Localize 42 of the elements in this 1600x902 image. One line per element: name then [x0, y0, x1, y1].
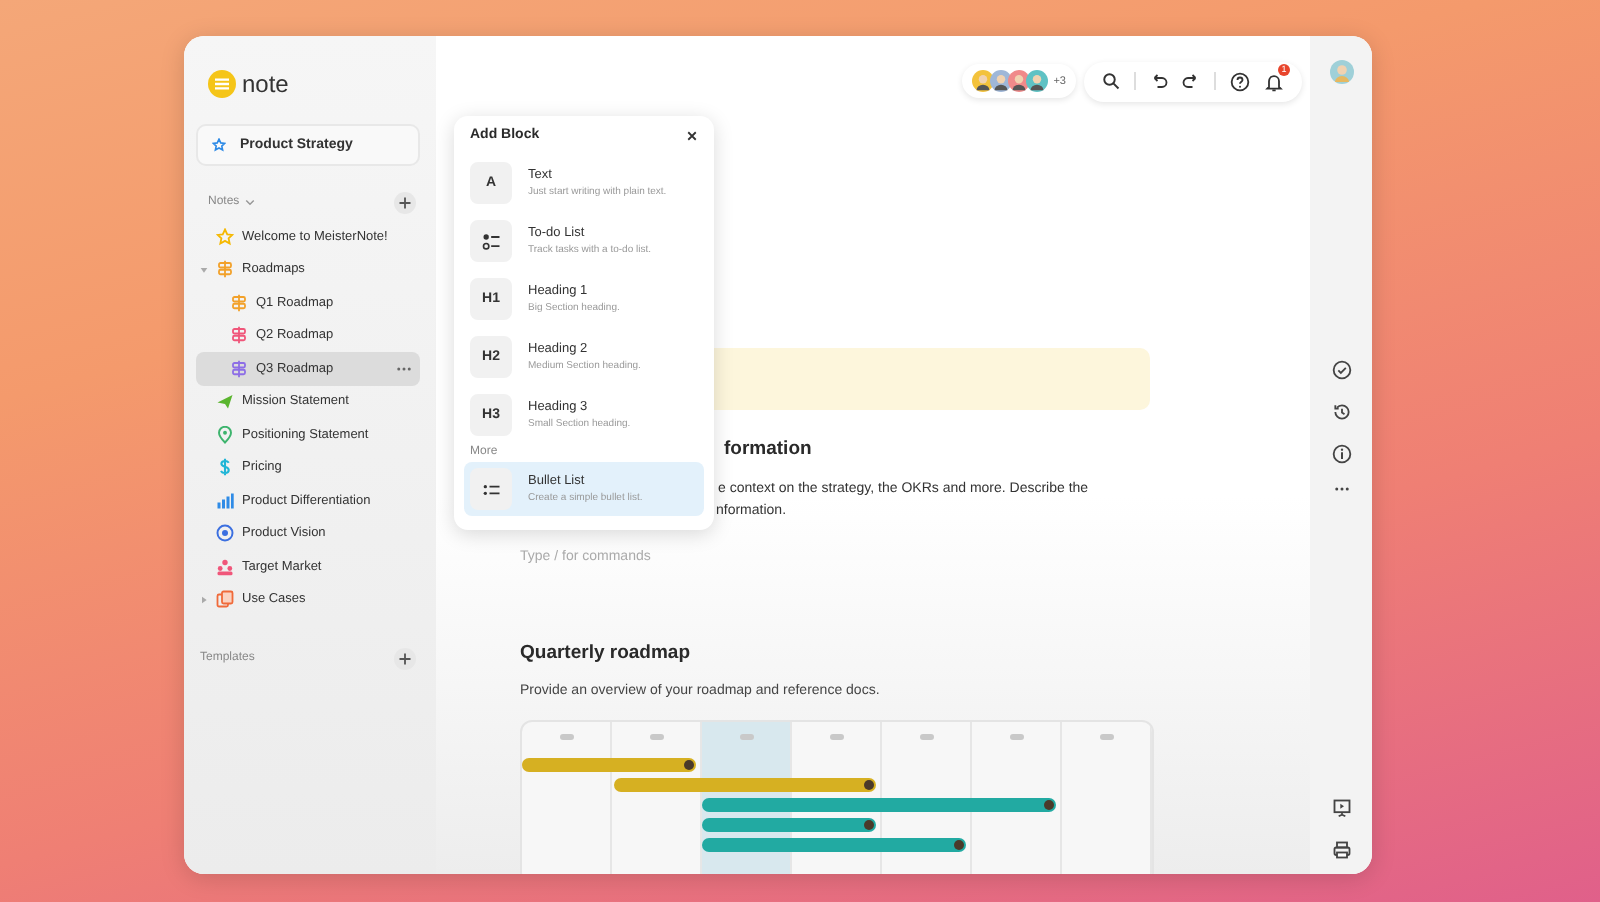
timeline-bar[interactable] — [702, 818, 876, 832]
timeline-bar[interactable] — [614, 778, 876, 792]
check-circle-icon[interactable] — [1331, 360, 1351, 380]
undo-icon[interactable] — [1150, 72, 1168, 90]
search-icon[interactable] — [1102, 72, 1120, 90]
avatar-icon — [1025, 70, 1048, 92]
help-icon[interactable] — [1230, 71, 1250, 91]
add-icon[interactable] — [394, 647, 416, 669]
more-icon[interactable] — [396, 365, 412, 372]
logo-icon — [208, 70, 236, 98]
section-heading: Quarterly roadmap — [520, 642, 692, 664]
signpost-icon — [216, 260, 234, 279]
cards-icon — [216, 590, 234, 609]
info-icon[interactable] — [1331, 444, 1351, 464]
signpost-icon — [230, 359, 248, 378]
avatar-icon — [1007, 70, 1030, 92]
star-icon — [216, 227, 234, 246]
redo-icon[interactable] — [1182, 72, 1200, 90]
print-icon[interactable] — [1331, 840, 1351, 860]
chevron-down-icon[interactable] — [243, 196, 256, 208]
close-icon[interactable] — [686, 129, 698, 141]
bell-icon[interactable] — [1264, 71, 1284, 91]
presentation-icon[interactable] — [1331, 798, 1351, 818]
avatar-icon — [971, 70, 994, 92]
dollar-icon — [216, 458, 234, 477]
timeline-bar[interactable] — [522, 758, 696, 772]
bar-chart-icon — [216, 491, 234, 510]
history-icon[interactable] — [1331, 402, 1351, 422]
bullet-list-icon — [481, 479, 501, 499]
signpost-icon — [230, 293, 248, 312]
plane-icon — [216, 392, 234, 411]
star-icon — [212, 138, 226, 152]
location-pin-icon — [216, 425, 234, 444]
signpost-icon — [230, 326, 248, 345]
logo-text: note — [242, 70, 289, 98]
section-heading: formation — [724, 438, 814, 460]
add-icon[interactable] — [394, 191, 416, 213]
more-icon[interactable] — [1333, 486, 1349, 492]
eye-icon — [216, 524, 234, 543]
people-icon — [216, 557, 234, 576]
checklist-icon — [481, 231, 501, 251]
avatar-icon — [989, 70, 1012, 92]
